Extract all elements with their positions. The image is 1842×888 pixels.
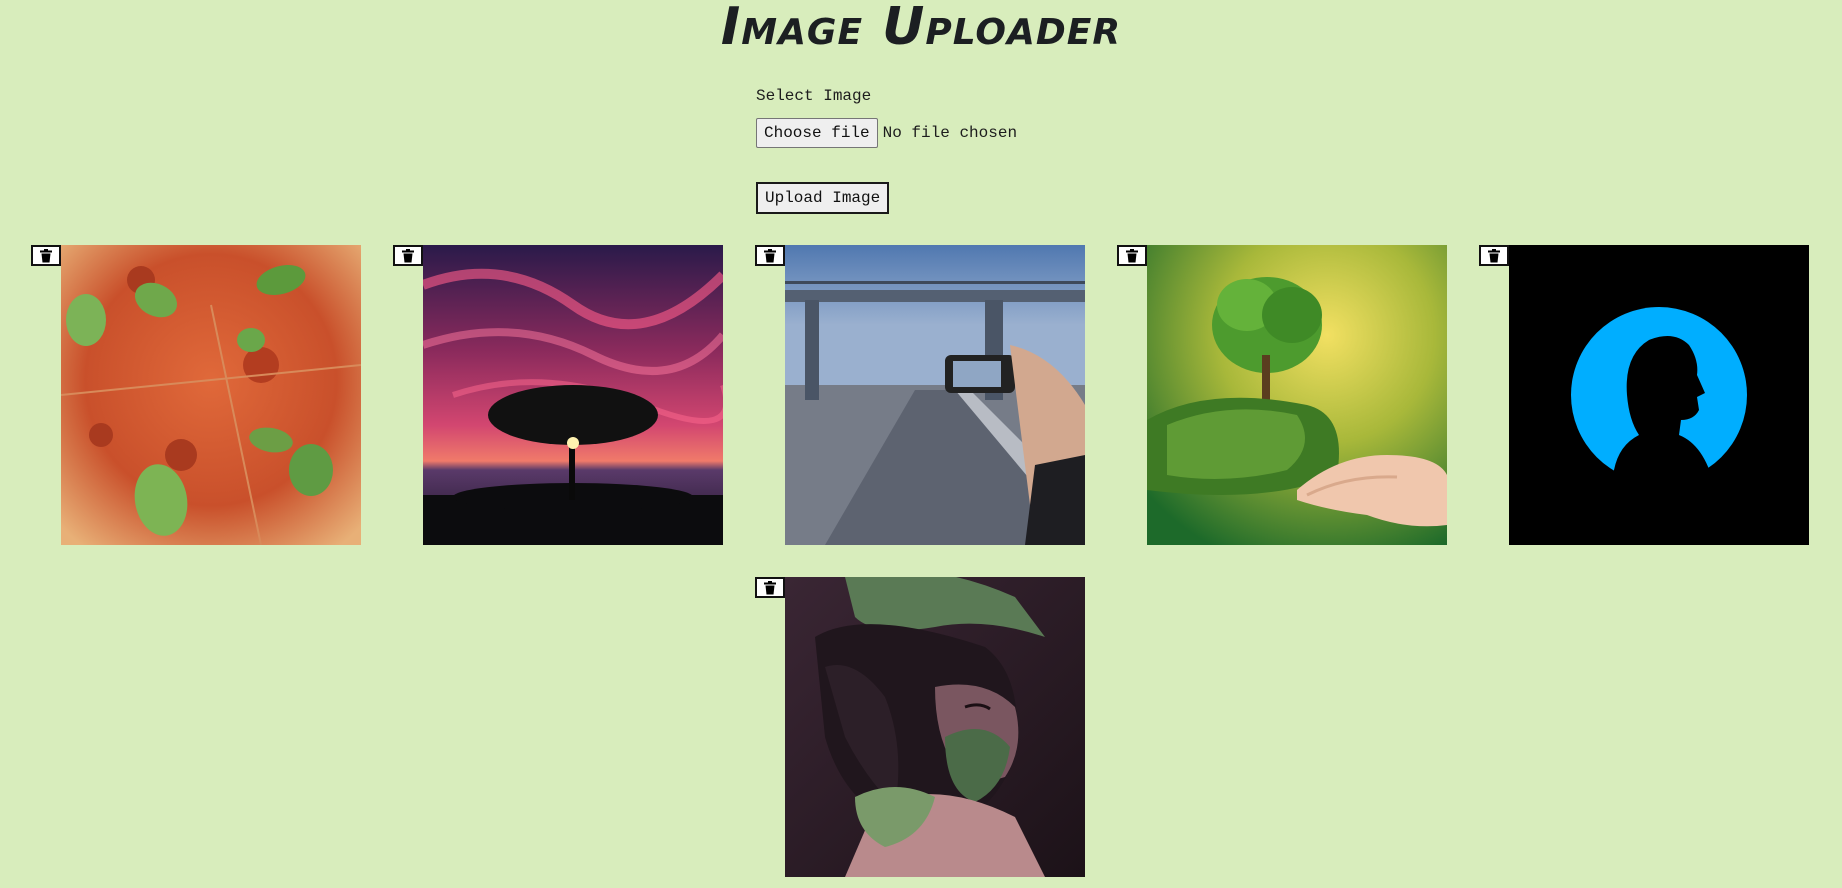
uploaded-image	[785, 577, 1085, 877]
trash-icon	[402, 248, 414, 262]
uploaded-image	[1147, 245, 1447, 545]
delete-button[interactable]	[1479, 245, 1509, 266]
uploaded-image	[61, 245, 361, 545]
trash-icon	[764, 580, 776, 594]
trash-icon	[1126, 248, 1138, 262]
choose-file-button[interactable]: Choose file	[756, 118, 878, 148]
trash-icon	[1488, 248, 1500, 262]
delete-button[interactable]	[31, 245, 61, 266]
upload-image-button[interactable]: Upload Image	[756, 182, 890, 214]
delete-button[interactable]	[1117, 245, 1147, 266]
delete-button[interactable]	[755, 245, 785, 266]
trash-icon	[764, 248, 776, 262]
image-card	[1479, 245, 1809, 545]
delete-button[interactable]	[755, 577, 785, 598]
uploaded-image	[785, 245, 1085, 545]
uploaded-image	[423, 245, 723, 545]
image-card	[755, 577, 1085, 877]
select-image-label: Select Image	[756, 87, 872, 105]
file-input[interactable]: Choose file No file chosen	[756, 118, 1156, 148]
image-card	[755, 245, 1085, 545]
image-card	[393, 245, 723, 545]
upload-form: Select Image Choose file No file chosen …	[756, 86, 1156, 214]
image-card	[31, 245, 361, 545]
delete-button[interactable]	[393, 245, 423, 266]
page-title: Image Uploader	[720, 0, 1122, 57]
file-status: No file chosen	[882, 124, 1018, 142]
trash-icon	[40, 248, 52, 262]
image-card	[1117, 245, 1447, 545]
uploaded-image	[1509, 245, 1809, 545]
